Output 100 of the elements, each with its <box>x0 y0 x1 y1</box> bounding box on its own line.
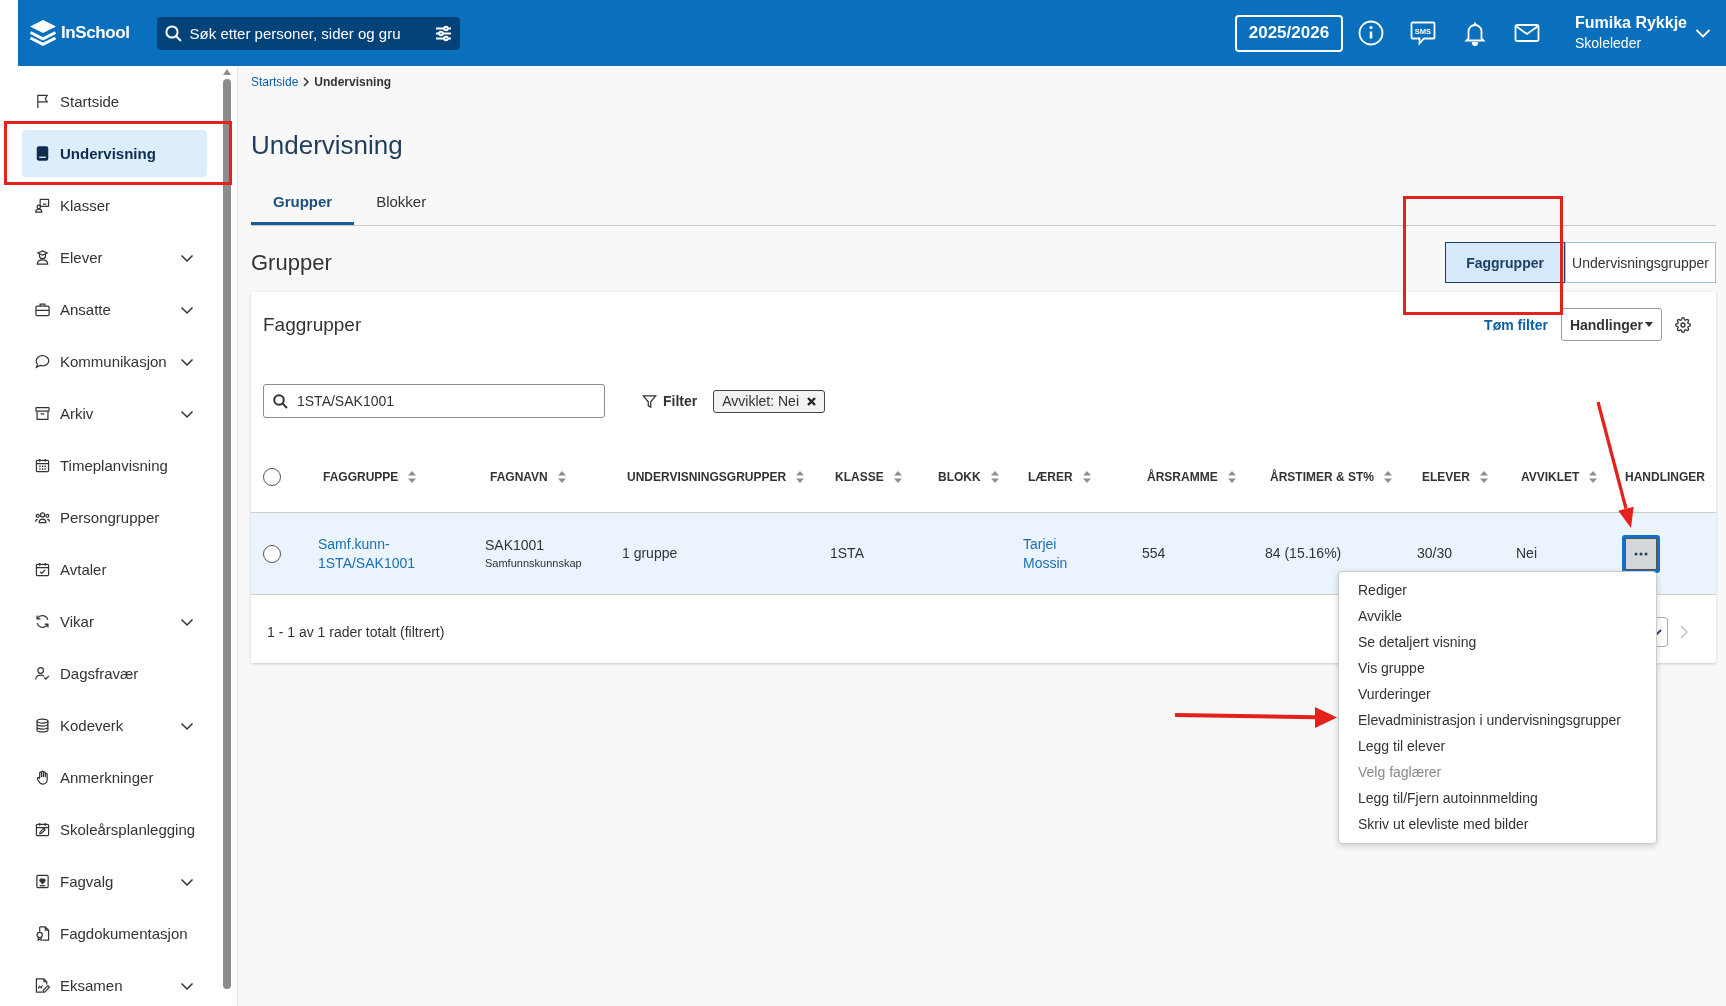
menu-item[interactable]: Rediger <box>1339 577 1656 604</box>
sidebar-item[interactable]: Persongrupper <box>22 494 207 541</box>
column-header[interactable]: KLASSE <box>818 470 921 484</box>
presentation-icon <box>35 198 50 213</box>
menu-item[interactable]: Elevadministrasjon i undervisningsgrupper <box>1339 707 1656 734</box>
menu-item[interactable]: Legg til elever <box>1339 733 1656 760</box>
sidebar-item[interactable]: Eksamen <box>22 962 207 1006</box>
column-header[interactable]: BLOKK <box>921 470 1011 484</box>
discontinued-value: Nei <box>1516 545 1537 561</box>
annual-hours: 554 <box>1142 545 1166 561</box>
menu-item[interactable]: Se detaljert visning <box>1339 629 1656 656</box>
archive-icon <box>35 406 50 421</box>
settings-icon[interactable] <box>1675 316 1691 333</box>
sidebar-item[interactable]: Dagsfravær <box>22 650 207 697</box>
column-header[interactable]: ÅRSRAMME <box>1130 470 1253 484</box>
student-icon <box>35 250 50 265</box>
sidebar-item[interactable]: Skoleårsplanlegging <box>22 806 207 853</box>
menu-item[interactable]: Vurderinger <box>1339 681 1656 708</box>
briefcase-icon <box>35 302 50 317</box>
refresh-icon <box>35 614 50 629</box>
sidebar-item[interactable]: Kommunikasjon <box>22 338 207 385</box>
menu-item[interactable]: Skriv ut elevliste med bilder <box>1339 811 1656 838</box>
sidebar-item[interactable]: Undervisning <box>22 130 207 177</box>
sidebar-item[interactable]: Anmerkninger <box>22 754 207 801</box>
filter-chip[interactable]: Avviklet: Nei <box>713 389 825 413</box>
menu-item[interactable]: Avvikle <box>1339 603 1656 630</box>
app-name: InSchool <box>61 23 130 43</box>
sidebar-item[interactable]: Arkiv <box>22 390 207 437</box>
speech-bubble-icon <box>35 354 50 369</box>
subject-code: SAK1001 <box>485 535 546 555</box>
funnel-icon <box>642 393 657 409</box>
search-icon <box>273 393 288 409</box>
caret-down-icon <box>1645 322 1653 327</box>
user-name[interactable]: Fumika Rykkje <box>1574 12 1687 33</box>
close-icon[interactable] <box>807 396 816 406</box>
database-icon <box>35 718 50 733</box>
toggle-button[interactable]: Faggrupper <box>1445 242 1566 283</box>
student-count: 30/30 <box>1417 545 1453 561</box>
caret-up-icon[interactable] <box>223 69 231 75</box>
document-pen-icon <box>35 978 50 993</box>
column-header[interactable]: FAGNAVN <box>473 470 610 484</box>
tab[interactable]: Grupper <box>251 181 355 225</box>
menu-item[interactable]: Vis gruppe <box>1339 655 1656 682</box>
clear-filter-link[interactable]: Tøm filter <box>1484 316 1548 333</box>
hand-icon <box>35 770 50 785</box>
column-header[interactable]: LÆRER <box>1011 470 1130 484</box>
sidebar-item[interactable]: Timeplanvisning <box>22 442 207 489</box>
checkbox[interactable] <box>263 468 281 486</box>
filter-button[interactable]: Filter <box>642 393 698 409</box>
sidebar-item[interactable]: Ansatte <box>22 286 207 333</box>
search-field[interactable]: Søk etter personer, sider og gru <box>156 16 460 50</box>
person-check-icon <box>35 666 50 681</box>
chevron-right-icon <box>302 77 311 87</box>
search-field[interactable]: 1STA/SAK1001 <box>263 384 605 418</box>
layers-icon <box>28 18 58 48</box>
sidebar-item[interactable]: Kodeverk <box>22 702 207 749</box>
scrollbar[interactable] <box>223 79 231 989</box>
chevron-right-icon <box>1680 625 1688 639</box>
page-title: Undervisning <box>251 129 404 161</box>
column-header: HANDLINGER <box>1625 470 1705 484</box>
school-year-button[interactable]: 2025/2026 <box>1234 14 1343 52</box>
user-role: Skoleleder <box>1574 34 1643 53</box>
hours-percent: 84 (15.16%) <box>1265 545 1342 561</box>
info-icon[interactable] <box>1357 20 1384 46</box>
ellipsis-icon <box>1634 551 1648 556</box>
row-count-summary: 1 - 1 av 1 rader totalt (filtrert) <box>267 624 445 640</box>
heart-card-icon <box>35 874 50 889</box>
tab[interactable]: Blokker <box>354 181 449 225</box>
teacher-link[interactable]: Tarjei Mossin <box>1023 534 1083 573</box>
book-icon <box>35 146 50 161</box>
column-header[interactable]: ÅRSTIMER & ST% <box>1253 470 1405 484</box>
sliders-icon[interactable] <box>434 24 452 42</box>
sidebar-item[interactable]: Avtaler <box>22 546 207 593</box>
breadcrumb-link[interactable]: Startside <box>251 75 299 89</box>
calendar-check-icon <box>35 562 50 577</box>
actions-dropdown-button[interactable]: Handlinger <box>1560 308 1662 341</box>
column-header[interactable]: UNDERVISNINGSGRUPPER <box>610 470 818 484</box>
checkbox[interactable] <box>263 544 281 563</box>
group-link[interactable]: Samf.kunn-1STA/SAK1001 <box>318 534 461 573</box>
calendar-icon <box>35 458 50 473</box>
search-icon <box>164 24 182 42</box>
calendar-edit-icon <box>35 822 50 837</box>
menu-item[interactable]: Legg til/Fjern autoinnmelding <box>1339 785 1656 812</box>
sidebar-item[interactable]: Fagvalg <box>22 858 207 905</box>
sidebar-item[interactable]: Fagdokumentasjon <box>22 910 207 957</box>
more-button[interactable] <box>1622 534 1660 573</box>
section-title: Grupper <box>251 249 332 276</box>
column-header[interactable]: ELEVER <box>1405 470 1504 484</box>
breadcrumb-current: Undervisning <box>314 75 392 89</box>
document-badge-icon <box>35 926 50 941</box>
subject-name: Samfunnskunnskap <box>485 555 583 571</box>
sidebar-item[interactable]: Klasser <box>22 182 207 229</box>
column-header[interactable]: FAGGRUPPE <box>306 470 473 484</box>
sidebar-item[interactable]: Elever <box>22 234 207 281</box>
flag-icon <box>35 94 50 109</box>
sidebar-item[interactable]: Startside <box>22 78 207 125</box>
sidebar-item[interactable]: Vikar <box>22 598 207 645</box>
toggle-button[interactable]: Undervisningsgrupper <box>1565 242 1716 283</box>
class-name: 1STA <box>830 545 864 561</box>
column-header[interactable]: AVVIKLET <box>1504 470 1613 484</box>
